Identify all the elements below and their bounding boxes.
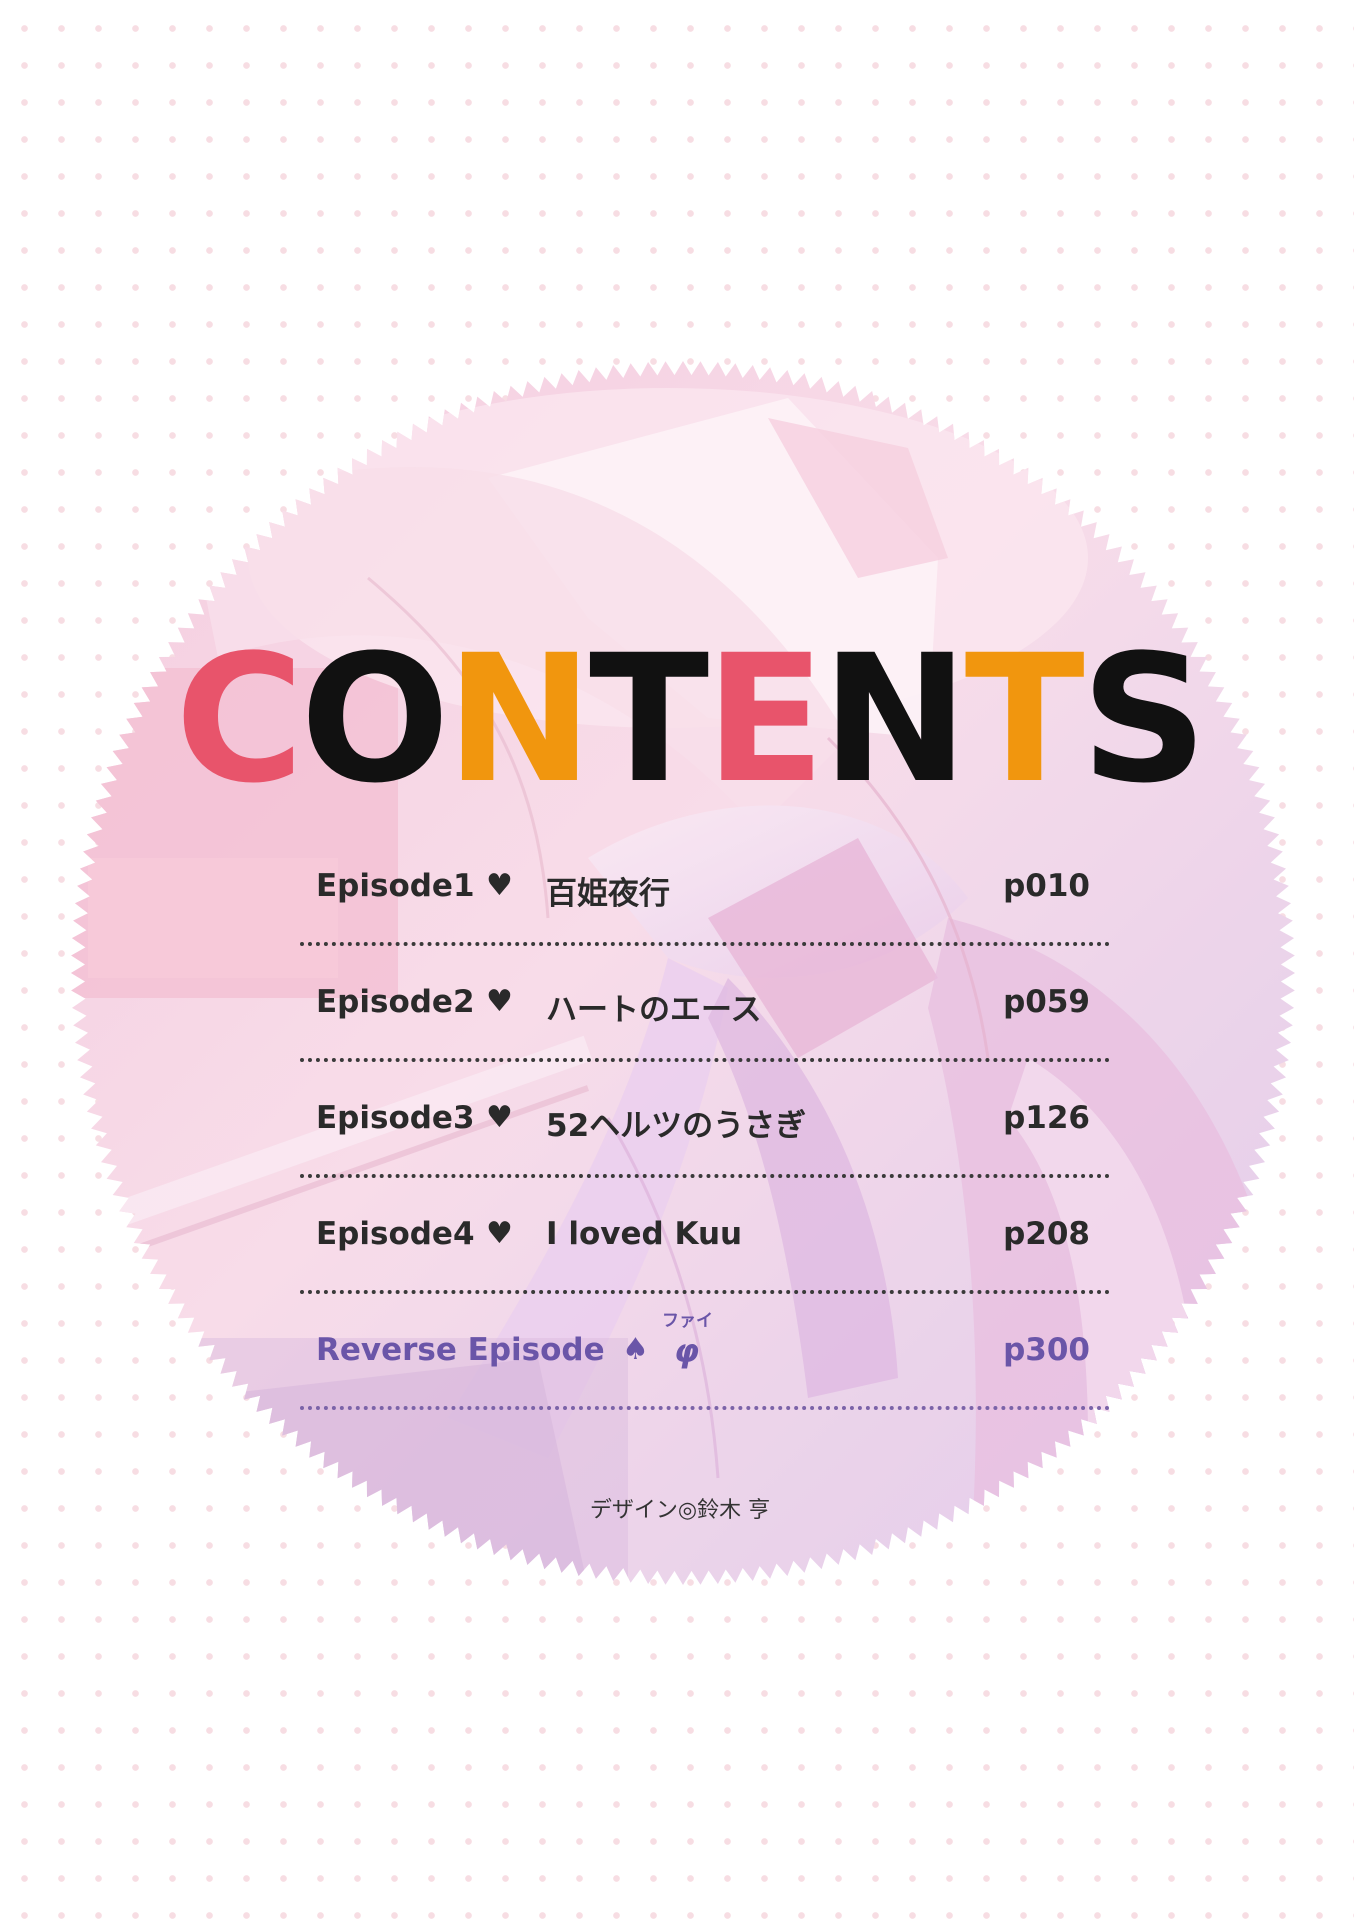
toc-page-number: p300 <box>1003 1332 1090 1368</box>
toc-page-number: p010 <box>1003 868 1090 904</box>
toc-page-number: p208 <box>1003 1216 1090 1252</box>
toc-episode-title: 52ヘルツのうさぎ <box>546 1108 807 1144</box>
toc-episode-title: φ <box>674 1332 700 1370</box>
table-of-contents: Episode1 ♥ 百姫夜行 p010 Episode2 ♥ ハートのエース … <box>300 830 1110 1410</box>
title-letter: E <box>705 617 825 822</box>
title-letter: O <box>300 617 450 822</box>
title-letter: T <box>964 617 1085 822</box>
toc-page-number: p059 <box>1003 984 1090 1020</box>
toc-episode-title: I loved Kuu <box>546 1216 743 1252</box>
heart-icon: ♥ <box>486 984 513 1019</box>
toc-entry-episode1[interactable]: Episode1 ♥ 百姫夜行 p010 <box>300 830 1110 946</box>
toc-episode-title: ハートのエース <box>546 992 762 1028</box>
heart-icon: ♥ <box>486 1216 513 1251</box>
contents-page: CONTENTS Episode1 ♥ 百姫夜行 p010 Episode2 ♥… <box>0 0 1354 1920</box>
toc-episode-label: Episode4 <box>316 1216 475 1252</box>
toc-episode-label: Episode2 <box>316 984 475 1020</box>
contents-title: CONTENTS <box>175 617 1208 822</box>
title-letter: C <box>175 617 304 822</box>
spade-icon: ♠ <box>622 1332 649 1367</box>
toc-episode-label: Episode3 <box>316 1100 475 1136</box>
title-letter: T <box>589 617 709 822</box>
toc-episode-title: 百姫夜行 <box>546 876 670 912</box>
toc-entry-episode4[interactable]: Episode4 ♥ I loved Kuu p208 <box>300 1178 1110 1294</box>
heart-icon: ♥ <box>486 868 513 903</box>
toc-episode-label: Episode1 <box>316 868 475 904</box>
toc-episode-label: Reverse Episode <box>316 1332 605 1368</box>
design-credit: デザイン◎鈴木 亨 <box>589 1498 771 1523</box>
title-letter: N <box>821 617 968 822</box>
toc-title-ruby: ファイ <box>662 1311 713 1331</box>
toc-entry-episode3[interactable]: Episode3 ♥ 52ヘルツのうさぎ p126 <box>300 1062 1110 1178</box>
title-letter: N <box>445 617 593 822</box>
title-letter: S <box>1080 617 1208 822</box>
heart-icon: ♥ <box>486 1100 513 1135</box>
toc-page-number: p126 <box>1003 1100 1090 1136</box>
toc-entry-reverse-episode[interactable]: Reverse Episode ♠ ファイ φ p300 <box>300 1294 1110 1410</box>
toc-entry-episode2[interactable]: Episode2 ♥ ハートのエース p059 <box>300 946 1110 1062</box>
